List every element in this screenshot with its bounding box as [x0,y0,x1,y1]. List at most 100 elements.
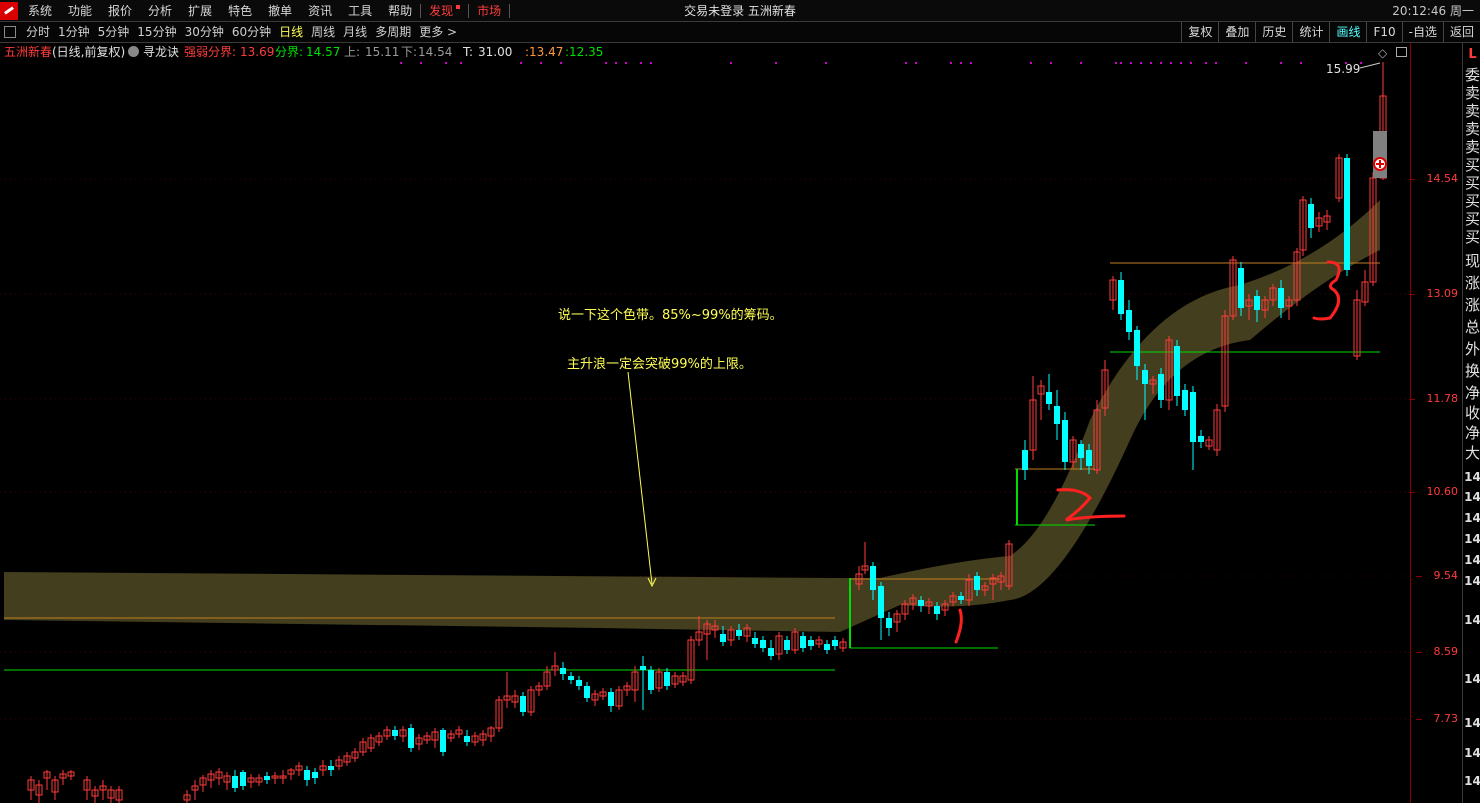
side-value: 14 [1464,490,1480,504]
app-logo-icon[interactable] [0,2,18,20]
candle-body [232,776,238,788]
candle-body [752,638,758,644]
panel-flag[interactable]: L [1464,45,1480,65]
price-tick: 13.09 [1408,287,1458,300]
signal-dot [1180,62,1182,64]
menu-tools[interactable]: 工具 [340,0,380,22]
side-label-buy: 买 [1464,174,1480,192]
signal-dot [960,62,962,64]
price-tick: 9.54 [1415,569,1458,582]
candle-body [584,686,590,698]
menu-function[interactable]: 功能 [60,0,100,22]
signal-dot [1140,62,1142,64]
signal-dot [950,62,952,64]
tab-1min[interactable]: 1分钟 [54,22,94,42]
tab-monthly[interactable]: 月线 [339,22,371,42]
signal-dot [1080,62,1082,64]
candle-body [760,640,766,648]
menu-market[interactable]: 市场 [469,0,509,22]
menu-discover[interactable]: 发现 [421,0,468,22]
remove-watchlist-button[interactable]: -自选 [1401,22,1443,42]
candle-body [1118,280,1124,314]
signal-dot [1300,62,1302,64]
menu-analysis[interactable]: 分析 [140,0,180,22]
tab-multi-period[interactable]: 多周期 [371,22,415,42]
boundary-label: 分界: [275,45,304,59]
side-value: 14 [1464,511,1480,525]
signal-dot [1245,62,1247,64]
side-value: 14 [1464,672,1480,686]
t-value: 31.00 [478,45,513,59]
side-label-sell: 卖 [1464,84,1480,102]
signal-dot [915,62,917,64]
period-tabs: 分时 1分钟 5分钟 15分钟 30分钟 60分钟 日线 周线 月线 多周期 更… [22,22,461,42]
candle-body [1142,370,1148,384]
candle-body [264,776,270,780]
side-label-total: 总 [1464,318,1480,336]
high-price-tag: 15.99 [1326,62,1361,76]
tab-more[interactable]: 更多 > [415,22,461,42]
overlay-button[interactable]: 叠加 [1218,22,1255,42]
back-button[interactable]: 返回 [1442,22,1480,42]
statistics-button[interactable]: 统计 [1292,22,1329,42]
signal-dot [640,62,642,64]
candle-body [304,770,310,780]
candle-body [576,680,582,686]
indicator-name[interactable]: 寻龙诀 [143,44,179,60]
menu-cancel-order[interactable]: 撤单 [260,0,300,22]
side-label-change: 涨 [1464,296,1480,314]
candle-body [784,640,790,650]
signal-dot [625,62,627,64]
boundary-value: 14.57 [306,45,341,59]
candle-body [832,640,838,646]
candle-body [392,730,398,736]
menu-extend[interactable]: 扩展 [180,0,220,22]
candle-body [1134,330,1140,366]
candle-body [1238,268,1244,308]
panel-toggle-icon[interactable] [4,26,16,38]
menu-quote[interactable]: 报价 [100,0,140,22]
menu-help[interactable]: 帮助 [380,0,420,22]
tab-15min[interactable]: 15分钟 [133,22,180,42]
signal-dot [730,62,732,64]
tab-daily[interactable]: 日线 [275,22,307,42]
period-toolbar: 分时 1分钟 5分钟 15分钟 30分钟 60分钟 日线 周线 月线 多周期 更… [0,22,1480,43]
tab-30min[interactable]: 30分钟 [181,22,228,42]
candle-body [870,566,876,590]
draw-line-button[interactable]: 画线 [1329,22,1366,42]
candle-body [808,640,814,646]
price-tick: 10.60 [1408,485,1458,498]
side-value: 14 [1464,774,1480,788]
side-label-large: 大 [1464,444,1480,462]
signal-dot [1115,62,1117,64]
tab-intraday[interactable]: 分时 [22,22,54,42]
annotation-note-band: 说一下这个色带。85%~99%的筹码。 [558,308,783,323]
side-label-change: 涨 [1464,274,1480,292]
side-value: 14 [1464,470,1480,484]
tab-weekly[interactable]: 周线 [307,22,339,42]
menu-feature[interactable]: 特色 [220,0,260,22]
candle-body [918,600,924,606]
kline-chart[interactable] [0,62,1410,803]
quote-side-panel: L 委 卖 卖 卖 卖 买 买 买 买 买 现 涨 涨 总 外 换 净 收 净 … [1462,43,1480,803]
window-toggle-icon[interactable] [1396,47,1407,57]
chip-band [4,200,1380,632]
tab-60min[interactable]: 60分钟 [228,22,275,42]
diamond-icon[interactable]: ◇ [1378,45,1387,61]
price-tick: 8.59 [1415,645,1458,658]
side-label-turnover: 换 [1464,362,1480,380]
candle-body [1190,392,1196,442]
dropdown-icon[interactable] [128,46,139,57]
menu-system[interactable]: 系统 [20,0,60,22]
signal-dot [1050,62,1052,64]
candle-body [824,644,830,650]
f10-button[interactable]: F10 [1366,22,1401,42]
candle-body [520,696,526,712]
candle-body [1198,436,1204,442]
restore-rights-button[interactable]: 复权 [1181,22,1218,42]
history-button[interactable]: 历史 [1255,22,1292,42]
signal-dot [1130,62,1132,64]
stock-name[interactable]: 五洲新春 [4,44,52,60]
tab-5min[interactable]: 5分钟 [94,22,134,42]
menu-news[interactable]: 资讯 [300,0,340,22]
